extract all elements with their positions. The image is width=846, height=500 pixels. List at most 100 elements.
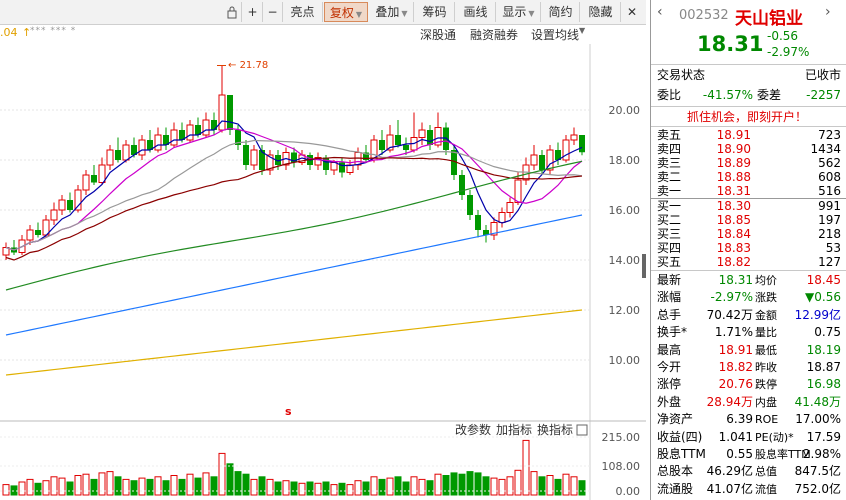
volume-bar — [442, 475, 450, 496]
stat-row: 外盘 28.94万 内盘 41.48万 — [657, 394, 841, 409]
stat-row: 总股本 46.29亿 总值 847.5亿 — [657, 464, 841, 479]
stat-row: 股息TTM 0.55 股息率TTM 2.98% — [657, 447, 841, 461]
volume-bar — [346, 484, 354, 496]
candle-body — [250, 149, 258, 166]
margin-link[interactable]: 融资融券 — [470, 26, 518, 43]
volume-bar — [362, 481, 370, 496]
volume-bar — [50, 476, 58, 496]
volume-bar — [562, 473, 570, 496]
volume-bar — [186, 473, 194, 496]
forward-icon[interactable]: › — [825, 4, 831, 20]
ask-book: 卖五 18.91 723 卖四 18.90 1434 卖三 18.89 562 卖二 18.88 60… — [651, 128, 846, 198]
zoom-in-icon[interactable]: + — [243, 2, 263, 22]
toolbar-simple-button[interactable]: 简约 — [542, 2, 580, 22]
volume-bar — [330, 484, 338, 496]
ma120-line — [5, 214, 583, 336]
candle-body — [346, 164, 354, 173]
volume-bar — [338, 482, 346, 496]
volume-bar — [506, 476, 514, 496]
volume-settings-icon[interactable] — [576, 424, 588, 436]
volume-bar — [34, 482, 42, 496]
candle-body — [418, 129, 426, 138]
volume-bar — [538, 476, 546, 496]
volume-bar — [426, 480, 434, 496]
volume-add-indicator-link[interactable]: 加指标 — [496, 422, 532, 437]
bid-row: 买五 18.82 127 — [657, 255, 841, 269]
bid-row: 买二 18.85 197 — [657, 213, 841, 227]
volume-bar — [58, 477, 66, 496]
volume-bar — [98, 472, 106, 496]
toolbar-overlay-button[interactable]: 叠加 ▼ — [370, 2, 414, 22]
volume-bar — [226, 463, 234, 496]
volume-bar — [130, 480, 138, 496]
bid-row: 买三 18.84 218 — [657, 227, 841, 241]
y-axis-label: 10.00 — [609, 354, 641, 367]
event-marker[interactable]: s — [285, 405, 292, 418]
account-ad-link[interactable]: 抓住机会，即刻开户！ — [687, 108, 807, 125]
volume-bar — [578, 480, 586, 496]
dot-marks: *** *** * — [30, 26, 77, 36]
volume-bar — [490, 477, 498, 496]
candle-body — [579, 135, 585, 153]
toolbar-display-button[interactable]: 显示 ▼ — [497, 2, 541, 22]
stat-row: 涨停 20.76 跌停 16.98 — [657, 377, 841, 392]
volume-bar — [250, 478, 258, 496]
chart-subbar: .04 ↑ *** *** * 深股通 融资融券 设置均线 ▼ — [0, 25, 590, 43]
volume-bar — [290, 481, 298, 496]
toolbar-highlight-button[interactable]: 亮点 — [283, 2, 323, 22]
candle-body — [170, 129, 178, 146]
volume-bar — [26, 478, 34, 496]
volume-params-link[interactable]: 改参数 — [455, 422, 491, 437]
chart-toolbar: + − 亮点 复权 ▼ 叠加 ▼ 筹码 画线 显示 ▼ 简约 隐藏 ✕ — [0, 0, 646, 25]
toolbar-adjust-button[interactable]: 复权 ▼ — [324, 2, 368, 22]
candle-body — [98, 164, 106, 183]
candle-body — [122, 144, 130, 161]
ma250-line — [5, 309, 583, 376]
ma30-line — [5, 156, 583, 261]
volume-bar — [258, 476, 266, 496]
volume-bar — [402, 481, 410, 496]
bid-book: 买一 18.30 991 买二 18.85 197 买三 18.84 218 买四 18.83 53 买… — [651, 199, 846, 269]
close-icon[interactable]: ✕ — [622, 2, 642, 22]
ask-row: 卖五 18.91 723 — [657, 128, 841, 142]
candle-body — [570, 134, 578, 141]
kline-chart[interactable]: 20.00 18.00 16.00 14.00 12.00 10.00 215.00 108… — [0, 44, 646, 500]
volume-bar — [2, 484, 10, 496]
stat-row: 流通股 41.07亿 流值 752.0亿 — [657, 481, 841, 496]
back-icon[interactable]: ‹ — [657, 4, 663, 20]
ma-settings-link[interactable]: 设置均线 — [531, 26, 579, 43]
candle-body — [227, 95, 233, 130]
volume-axis-label: 0.00 — [616, 485, 641, 498]
bid-row: 买四 18.83 53 — [657, 241, 841, 255]
toolbar-chips-button[interactable]: 筹码 — [415, 2, 455, 22]
volume-bar — [266, 478, 274, 496]
volume-bar — [178, 478, 186, 496]
toolbar-draw-button[interactable]: 画线 — [456, 2, 496, 22]
y-axis-label: 18.00 — [609, 154, 641, 167]
candle-body — [395, 135, 401, 145]
volume-bar — [458, 473, 466, 496]
order-ratio-row: 委比 -41.57% 委差 -2257 — [657, 88, 841, 102]
hk-connect-link[interactable]: 深股通 — [420, 26, 456, 43]
chevron-down-icon: ▼ — [528, 9, 535, 18]
volume-axis-label: 215.00 — [602, 431, 641, 444]
candle-body — [467, 195, 473, 215]
volume-bar — [146, 478, 154, 496]
lock-icon[interactable] — [222, 2, 242, 22]
trade-status-row: 交易状态 已收市 — [657, 68, 841, 82]
last-price: 18.31 — [697, 32, 764, 56]
stock-code: 002532 — [679, 8, 729, 23]
toolbar-hide-button[interactable]: 隐藏 — [581, 2, 621, 22]
zoom-out-icon[interactable]: − — [263, 2, 283, 22]
candle-body — [154, 134, 162, 151]
y-axis-label: 12.00 — [609, 304, 641, 317]
volume-change-indicator-link[interactable]: 换指标 — [537, 422, 573, 437]
candle-body — [403, 145, 409, 150]
candle-body — [498, 212, 506, 223]
volume-bar — [218, 452, 226, 496]
ask-row: 卖三 18.89 562 — [657, 156, 841, 170]
volume-bar — [370, 476, 378, 496]
candle-body — [379, 140, 385, 150]
candle-body — [539, 155, 545, 170]
panel-collapse-handle[interactable] — [642, 254, 646, 278]
